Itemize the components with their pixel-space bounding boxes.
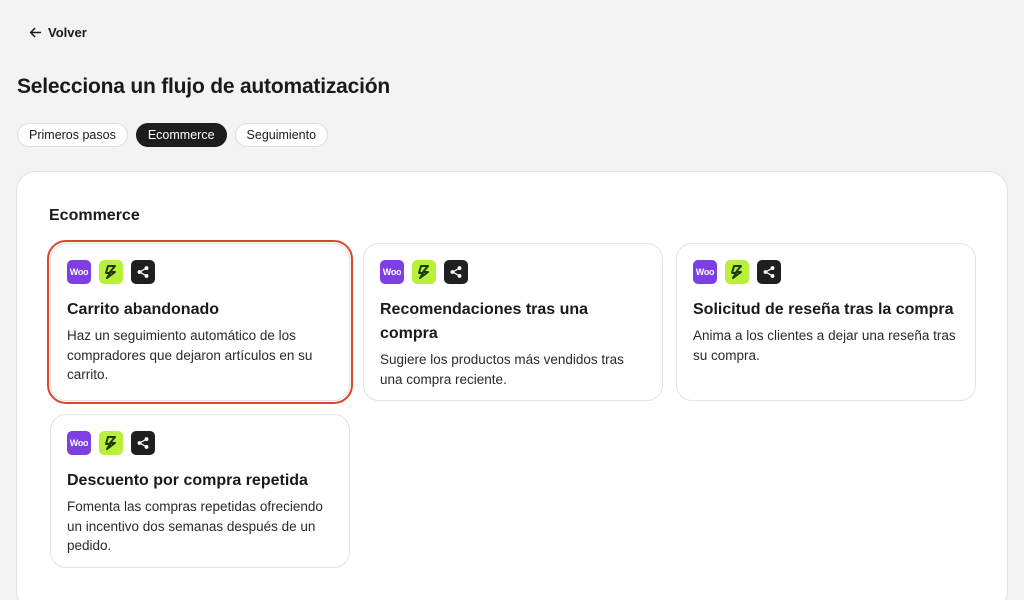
flow-card-solicitud-resena[interactable]: Woo Solicitud de reseña tras la compra A… [676, 243, 976, 401]
woocommerce-icon: Woo [693, 260, 717, 284]
share-icon [757, 260, 781, 284]
card-title: Solicitud de reseña tras la compra [693, 301, 954, 318]
zap-icon [412, 260, 436, 284]
integration-icons: Woo [693, 260, 959, 284]
woocommerce-icon: Woo [67, 260, 91, 284]
integration-icons: Woo [380, 260, 646, 284]
flow-card-descuento-repetida[interactable]: Woo Descuento por compra repetida Foment… [50, 414, 350, 568]
card-title: Carrito abandonado [67, 301, 220, 318]
flow-card-carrito-abandonado[interactable]: Woo Carrito abandonado Haz un seguimient… [47, 240, 353, 404]
share-icon [444, 260, 468, 284]
section-title: Ecommerce [49, 207, 140, 224]
card-title: Descuento por compra repetida [67, 472, 308, 489]
tab-seguimiento[interactable]: Seguimiento [234, 123, 329, 147]
integration-icons: Woo [67, 431, 333, 455]
woocommerce-icon: Woo [67, 431, 91, 455]
card-description: Haz un seguimiento automático de los com… [67, 328, 313, 382]
zap-icon [99, 260, 123, 284]
integration-icons: Woo [67, 260, 333, 284]
page-title: Selecciona un flujo de automatización [17, 75, 390, 98]
zap-icon [99, 431, 123, 455]
tab-ecommerce[interactable]: Ecommerce [135, 123, 227, 147]
card-description: Fomenta las compras repetidas ofreciendo… [67, 499, 323, 553]
arrow-left-icon [29, 27, 42, 38]
share-icon [131, 260, 155, 284]
card-description: Anima a los clientes a dejar una reseña … [693, 328, 956, 363]
zap-icon [725, 260, 749, 284]
tab-primeros-pasos[interactable]: Primeros pasos [17, 123, 128, 147]
flow-card-recomendaciones[interactable]: Woo Recomendaciones tras una compra Sugi… [363, 243, 663, 401]
flows-panel: Ecommerce Woo Carrito abandonado Haz un … [16, 171, 1008, 600]
share-icon [131, 431, 155, 455]
back-link[interactable]: Volver [29, 25, 87, 40]
card-description: Sugiere los productos más vendidos tras … [380, 352, 624, 387]
category-tabs: Primeros pasos Ecommerce Seguimiento [17, 123, 329, 147]
card-title: Recomendaciones tras una compra [380, 301, 589, 342]
woocommerce-icon: Woo [380, 260, 404, 284]
back-label: Volver [48, 25, 87, 40]
